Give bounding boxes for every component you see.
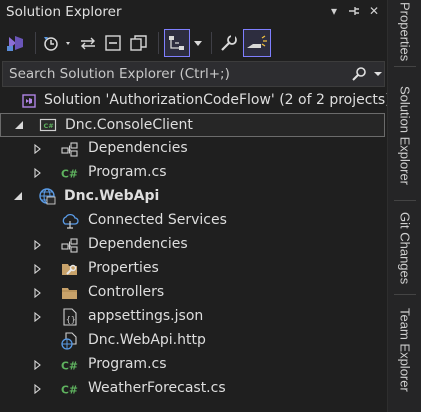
collapsed-arrow-icon[interactable] xyxy=(32,167,44,179)
folder-icon xyxy=(61,284,79,302)
tab-properties[interactable]: Properties xyxy=(388,0,421,64)
expanded-arrow-icon[interactable] xyxy=(12,190,24,202)
svg-text:C#: C# xyxy=(61,168,78,181)
tree-item-project-consoleclient[interactable]: C# Dnc.ConsoleClient xyxy=(0,113,385,137)
tree-item-appsettings[interactable]: {} appsettings.json xyxy=(0,305,385,329)
svg-text:{}: {} xyxy=(66,315,76,324)
search-box[interactable]: Search Solution Explorer (Ctrl+;) xyxy=(2,61,385,87)
history-icon[interactable] xyxy=(41,29,75,57)
solution-label: Solution 'AuthorizationCodeFlow' (2 of 2… xyxy=(44,92,391,108)
tree-item-label: appsettings.json xyxy=(88,308,204,324)
tree-item-label: Properties xyxy=(88,260,159,276)
tree-item-solution[interactable]: Solution 'AuthorizationCodeFlow' (2 of 2… xyxy=(0,89,391,113)
pin-icon[interactable] xyxy=(347,2,361,20)
title-bar: Solution Explorer ▾ ✕ xyxy=(0,0,387,24)
tab-team-explorer[interactable]: Team Explorer xyxy=(388,300,421,400)
csharp-file-icon: C# xyxy=(61,164,79,182)
dependencies-icon xyxy=(61,236,79,254)
tree-item-label: Program.cs xyxy=(88,164,167,180)
tab-label: Team Explorer xyxy=(397,308,413,392)
properties-folder-icon xyxy=(61,260,79,278)
svg-text:C#: C# xyxy=(61,384,78,397)
collapsed-arrow-icon[interactable] xyxy=(32,239,44,251)
tree-item-label: Dnc.WebApi.http xyxy=(88,332,206,348)
tab-divider xyxy=(394,200,416,201)
csharp-file-icon: C# xyxy=(61,380,79,398)
tree-item-label: Controllers xyxy=(88,284,165,300)
collapsed-arrow-icon[interactable] xyxy=(32,263,44,275)
toolbar-separator xyxy=(211,32,212,54)
solution-explorer-panel: Solution Explorer ▾ ✕ Search Solution Ex… xyxy=(0,0,391,412)
tree-item-http-file[interactable]: Dnc.WebApi.http xyxy=(0,329,385,353)
tab-divider xyxy=(394,66,416,67)
properties-wrench-icon[interactable] xyxy=(217,29,241,57)
tree-item-dependencies[interactable]: Dependencies xyxy=(0,233,385,257)
toolbar xyxy=(0,26,387,60)
collapse-all-icon[interactable] xyxy=(101,29,125,57)
tab-divider xyxy=(394,294,416,295)
dependencies-icon xyxy=(61,140,79,158)
expanded-arrow-icon[interactable] xyxy=(13,119,25,131)
tree-item-properties[interactable]: Properties xyxy=(0,257,385,281)
vs-switch-views-icon[interactable] xyxy=(4,29,28,57)
preview-selected-icon[interactable] xyxy=(243,29,271,57)
tab-git-changes[interactable]: Git Changes xyxy=(388,206,421,290)
tree-item-weatherforecast-cs[interactable]: C# WeatherForecast.cs xyxy=(0,377,385,401)
show-all-files-icon[interactable] xyxy=(127,29,151,57)
tab-label: Solution Explorer xyxy=(397,85,413,185)
panel-title: Solution Explorer xyxy=(6,4,122,20)
chevron-down-icon[interactable] xyxy=(192,29,204,57)
side-tab-strip: Properties Solution Explorer Git Changes… xyxy=(387,0,421,412)
csharp-project-icon: C# xyxy=(39,116,57,134)
tree-item-dependencies[interactable]: Dependencies xyxy=(0,137,385,161)
tree-item-label: Dependencies xyxy=(88,236,188,252)
tree-item-program-cs[interactable]: C# Program.cs xyxy=(0,353,385,377)
collapsed-arrow-icon[interactable] xyxy=(32,359,44,371)
project-label: Dnc.ConsoleClient xyxy=(65,117,193,133)
tree-item-label: Connected Services xyxy=(88,212,227,228)
sync-icon[interactable] xyxy=(77,29,99,57)
http-file-icon xyxy=(61,332,79,350)
tree-view-icon[interactable] xyxy=(164,29,190,57)
tree-item-label: Program.cs xyxy=(88,356,167,372)
tree-item-label: WeatherForecast.cs xyxy=(88,380,226,396)
tree-item-controllers[interactable]: Controllers xyxy=(0,281,385,305)
collapsed-arrow-icon[interactable] xyxy=(32,143,44,155)
svg-text:C#: C# xyxy=(44,122,54,130)
svg-text:C#: C# xyxy=(61,360,78,373)
tree-item-label: Dependencies xyxy=(88,140,188,156)
tab-solution-explorer[interactable]: Solution Explorer xyxy=(388,74,421,196)
toolbar-separator xyxy=(158,32,159,54)
close-icon[interactable]: ✕ xyxy=(367,2,381,20)
collapsed-arrow-icon[interactable] xyxy=(32,311,44,323)
tab-label: Properties xyxy=(397,2,413,62)
csharp-file-icon: C# xyxy=(61,356,79,374)
search-icon[interactable] xyxy=(348,67,384,81)
tab-label: Git Changes xyxy=(397,211,413,285)
connected-services-icon xyxy=(61,212,79,230)
tree-item-project-webapi[interactable]: Dnc.WebApi xyxy=(0,185,385,209)
search-input[interactable]: Search Solution Explorer (Ctrl+;) xyxy=(3,66,348,82)
project-label: Dnc.WebApi xyxy=(64,188,160,204)
collapsed-arrow-icon[interactable] xyxy=(32,287,44,299)
solution-icon xyxy=(20,92,38,110)
tree-item-connected-services[interactable]: Connected Services xyxy=(0,209,385,233)
toolbar-separator xyxy=(35,32,36,54)
dropdown-icon[interactable]: ▾ xyxy=(327,2,341,20)
tree-item-program-cs[interactable]: C# Program.cs xyxy=(0,161,385,185)
web-project-icon xyxy=(38,187,56,205)
window-controls: ▾ ✕ xyxy=(327,2,381,20)
json-file-icon: {} xyxy=(61,308,79,326)
collapsed-arrow-icon[interactable] xyxy=(32,383,44,395)
